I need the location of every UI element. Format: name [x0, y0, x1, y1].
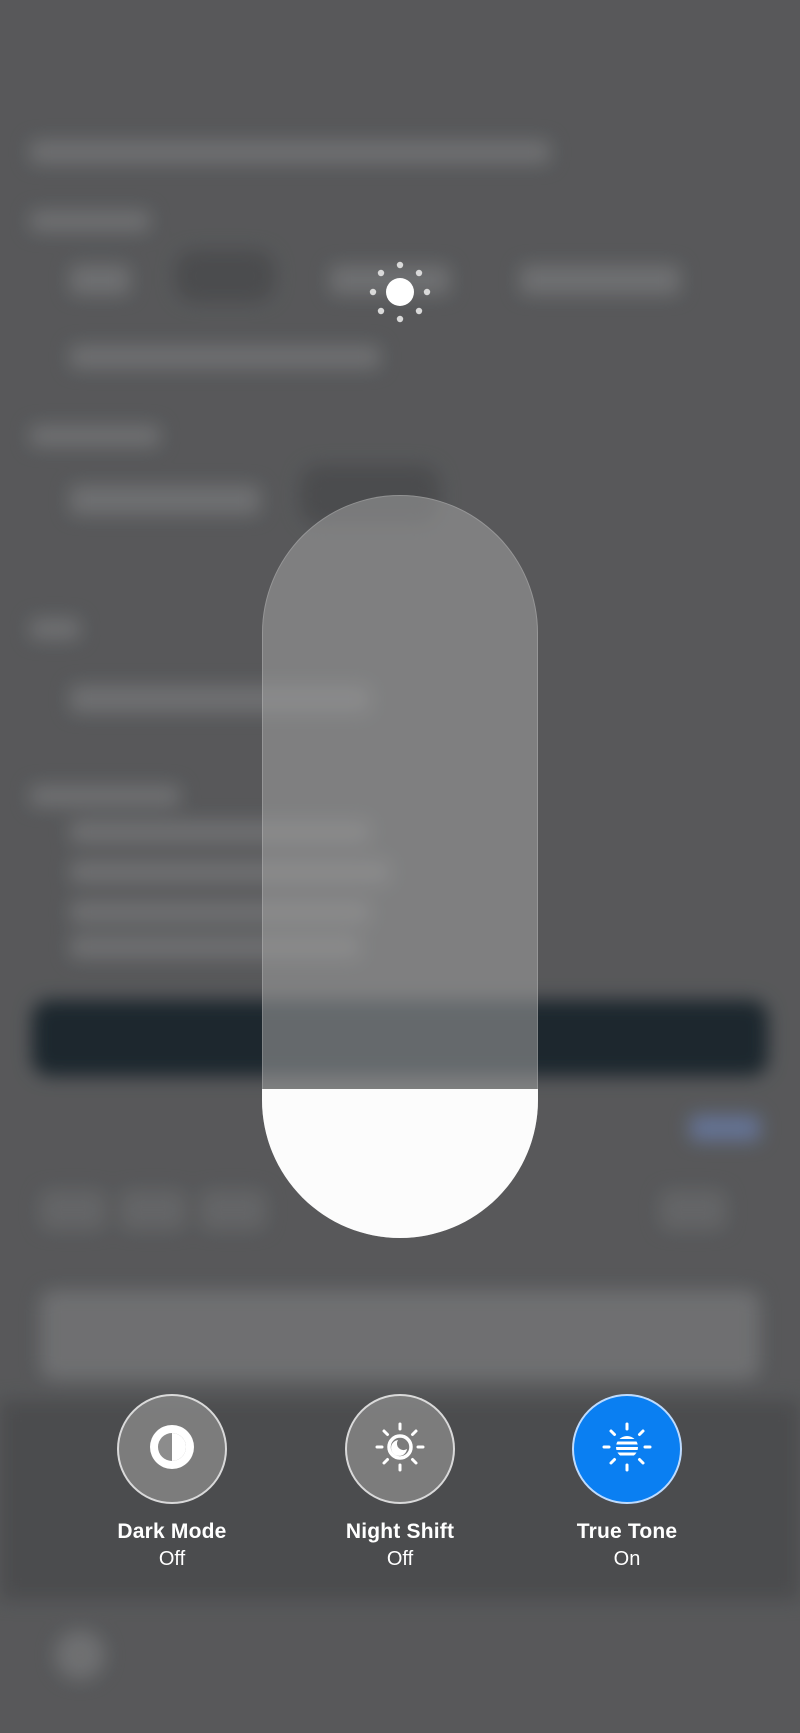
night-shift-state: Off	[386, 1548, 414, 1570]
dark-mode-button[interactable]	[117, 1394, 227, 1504]
dark-mode-state: Off	[158, 1548, 186, 1570]
true-tone-label: True Tone	[576, 1520, 678, 1543]
brightness-level-fill	[262, 1089, 538, 1238]
night-shift-icon	[374, 1421, 426, 1478]
dark-mode-icon	[146, 1421, 198, 1478]
true-tone-state: On	[613, 1548, 641, 1570]
night-shift-toggle[interactable]: Night Shift Off	[315, 1394, 485, 1571]
true-tone-icon	[601, 1421, 653, 1478]
night-shift-label: Night Shift	[345, 1520, 455, 1543]
true-tone-toggle[interactable]: True Tone On	[542, 1394, 712, 1571]
night-shift-button[interactable]	[345, 1394, 455, 1504]
dark-mode-label: Dark Mode	[117, 1520, 227, 1543]
sun-icon	[368, 260, 432, 324]
brightness-slider[interactable]	[262, 495, 538, 1238]
dark-mode-toggle[interactable]: Dark Mode Off	[87, 1394, 257, 1571]
true-tone-button[interactable]	[572, 1394, 682, 1504]
